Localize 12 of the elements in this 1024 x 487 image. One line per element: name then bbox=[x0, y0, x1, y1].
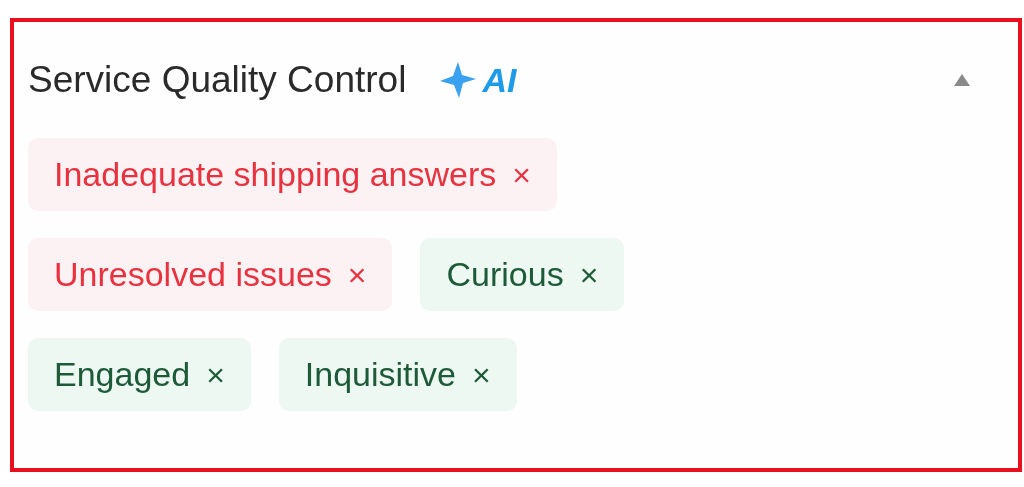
tag-label: Unresolved issues bbox=[54, 254, 332, 295]
remove-tag-button[interactable]: × bbox=[206, 350, 225, 399]
ai-label: AI bbox=[482, 59, 517, 101]
remove-tag-button[interactable]: × bbox=[472, 350, 491, 399]
tag-label: Engaged bbox=[54, 354, 191, 395]
tag-label: Inadequate shipping answers bbox=[54, 154, 497, 195]
remove-tag-button[interactable]: × bbox=[512, 150, 531, 199]
tag-label: Curious bbox=[446, 254, 564, 295]
remove-tag-button[interactable]: × bbox=[579, 250, 599, 299]
tag-label: Inquisitive bbox=[304, 354, 457, 395]
remove-tag-button[interactable]: × bbox=[347, 250, 367, 299]
panel-title: Service Quality Control bbox=[28, 58, 407, 103]
